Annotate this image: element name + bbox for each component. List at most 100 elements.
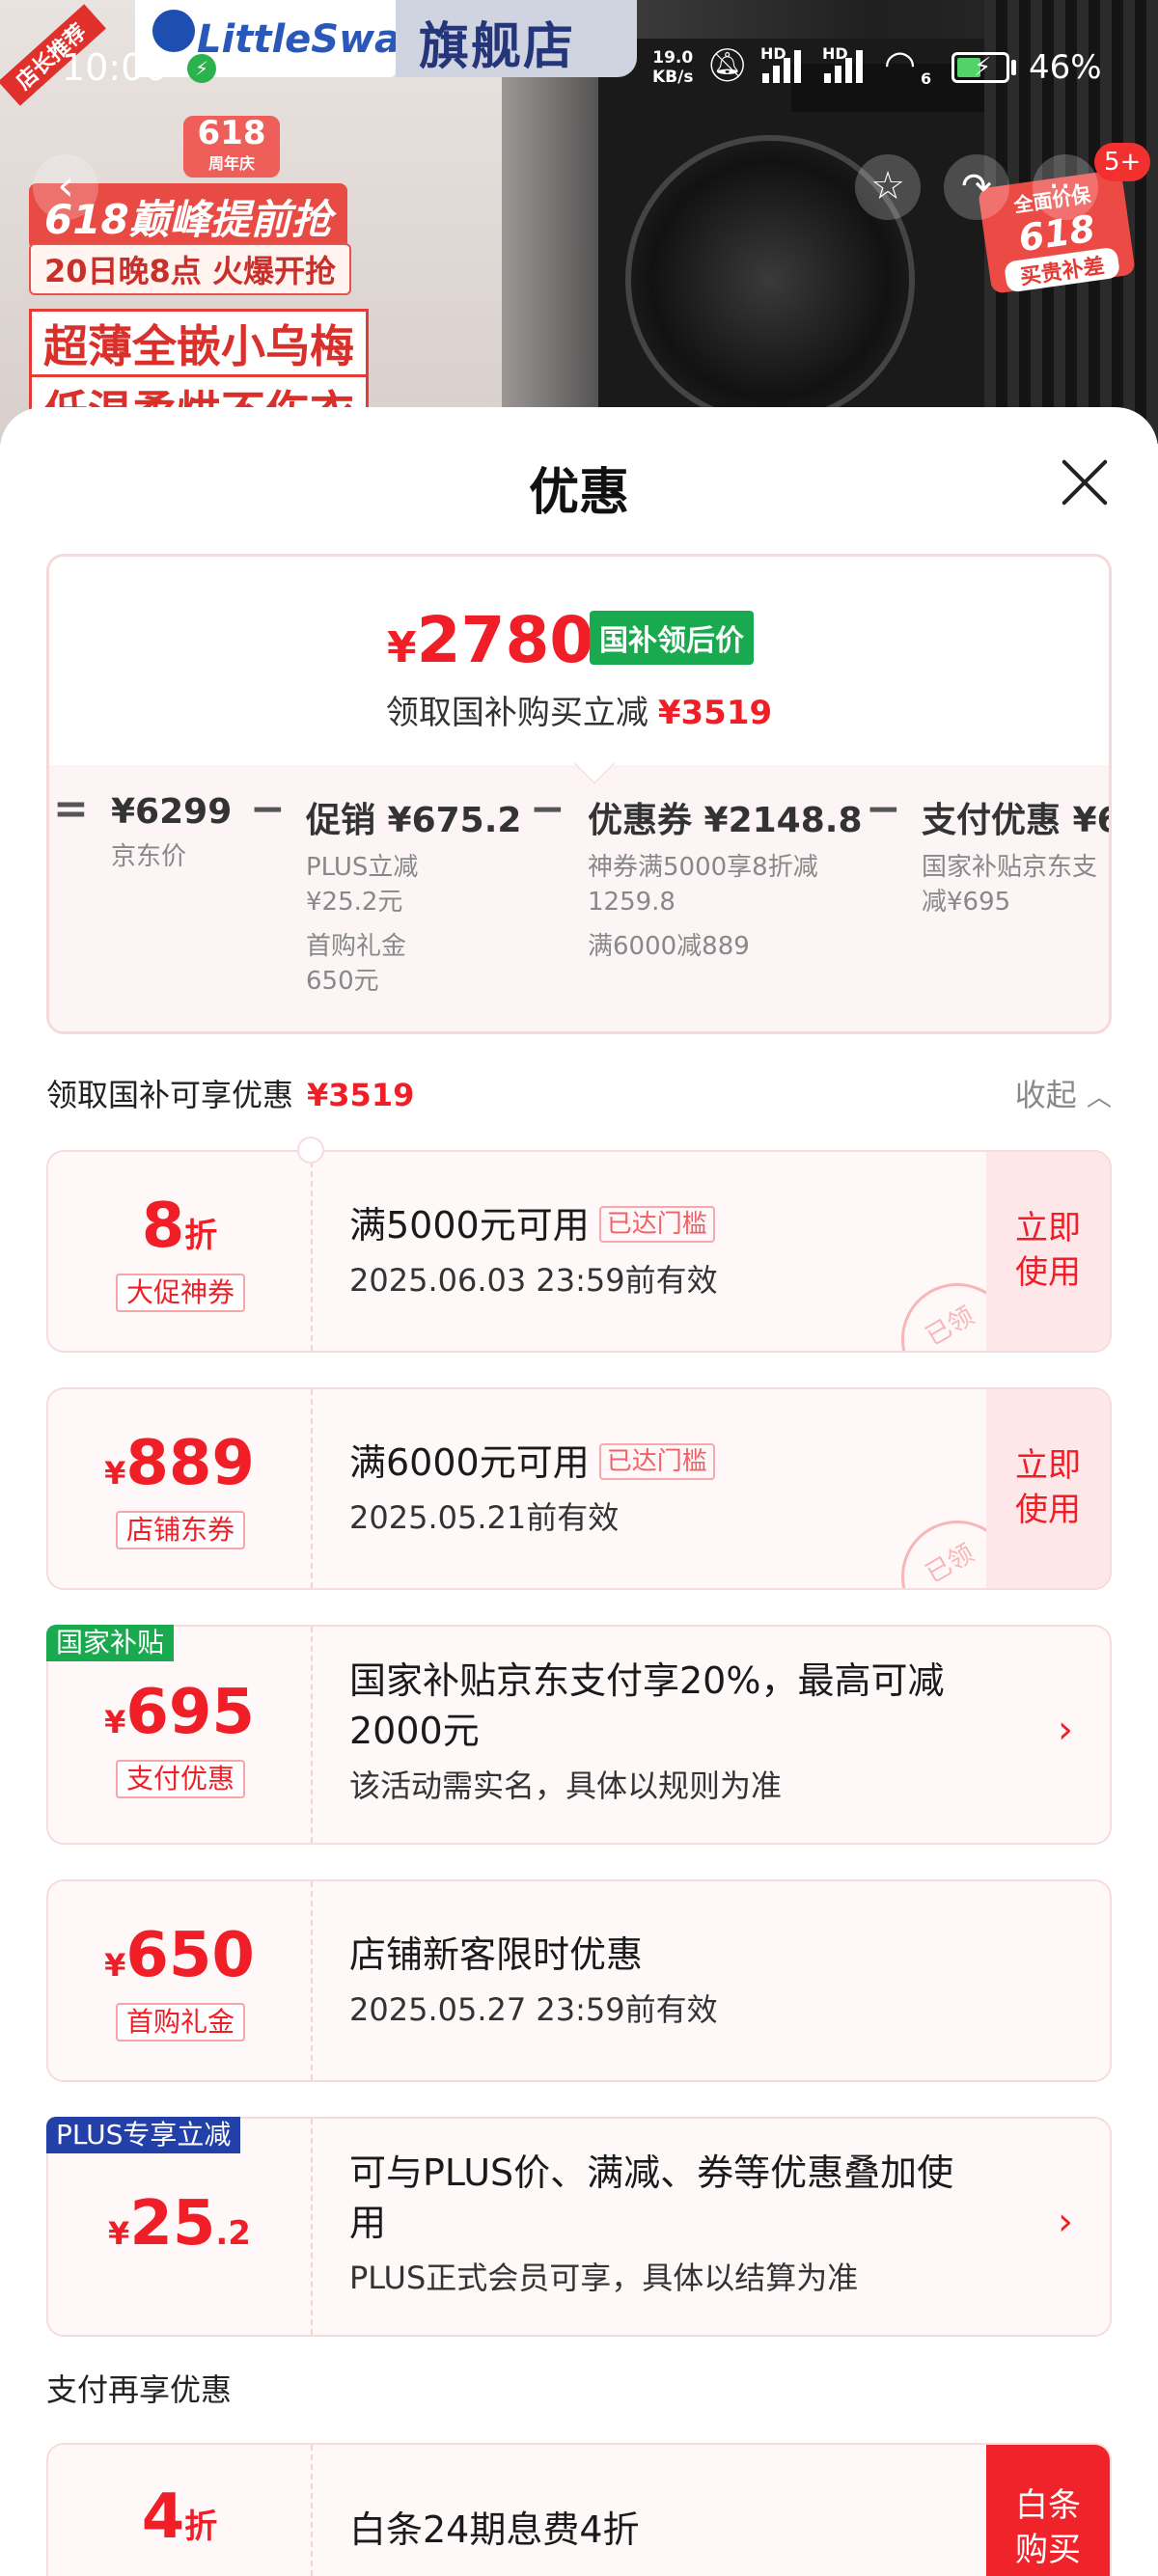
use-now-button[interactable]: 立即 使用 (986, 1389, 1110, 1588)
net-speed: 19.0 KB/s (652, 48, 693, 87)
coupon-amount: ¥25.2 (48, 2188, 311, 2260)
coupon-label: 店铺东券 (116, 1511, 245, 1549)
claim-text: 领取国补购买立减 (385, 694, 648, 732)
coupon-body: 满5000元可用 已达门槛 2025.06.03 23:59前有效 (349, 1200, 975, 1301)
coupon-body: 国家补贴京东支付享20%，最高可减2000元 该活动需实名，具体以规则为准 (349, 1656, 975, 1806)
coupon-amount: 4折 (48, 2481, 311, 2553)
coupon-amount-value: 8 (141, 1191, 185, 1262)
jd-price: ¥6299 (111, 792, 233, 832)
battery-percent: 46% (1029, 48, 1102, 87)
cart-count-badge: 5+ (1094, 143, 1151, 181)
section-national-subsidy: 领取国补可享优惠 ¥3519 收起 ︿ (46, 1071, 1112, 1115)
coupon-title-text: 满5000元可用 (349, 1204, 590, 1247)
coupon-title-text: 满6000元可用 (349, 1441, 590, 1484)
wifi-label: 6 (921, 69, 932, 88)
coupon-amount-symbol: ¥ (108, 2215, 130, 2252)
close-icon[interactable] (1058, 455, 1112, 509)
wifi-icon: ◠ (884, 42, 917, 85)
coupon-value: 8折 大促神券 (48, 1152, 313, 1351)
promo-sub1: PLUS立减 (306, 853, 419, 882)
chevron-right-icon[interactable]: › (1058, 1708, 1073, 1752)
equals-sign: = (53, 784, 89, 834)
promo-sub2: ¥25.2元 (306, 888, 403, 917)
section1-label: 领取国补可享优惠 (46, 1077, 294, 1113)
battery-nub (1011, 60, 1016, 75)
coupon-value: 4折 (48, 2445, 313, 2576)
coupon-subtitle: 2025.05.21前有效 (349, 1499, 620, 1536)
coupon-amount-suffix: 折 (184, 2507, 218, 2546)
coupon-amount-symbol: ¥ (104, 1947, 126, 1984)
coupon-amount-value: 650 (125, 1920, 255, 1991)
back-button[interactable]: ‹ (33, 154, 98, 220)
section1-amount: ¥3519 (307, 1077, 415, 1113)
coupon-amount: ¥650 (48, 1920, 311, 1991)
coupon-amount-suffix: 折 (184, 1217, 218, 1255)
final-price-value: 2780 (416, 603, 594, 677)
coupon-body: 白条24期息费4折 (349, 2505, 975, 2555)
coupon-title: 店铺新客限时优惠 (349, 1933, 644, 1976)
final-price-symbol: ¥ (387, 623, 417, 672)
coupon-label: 支付优惠 (116, 1760, 245, 1798)
jd-price-label: 京东价 (111, 842, 187, 871)
claim-amount: ¥3519 (657, 694, 773, 732)
calc-coupon: 优惠券 ¥2148.8 神券满5000享8折减 1259.8 满6000减889 (588, 792, 863, 964)
minus-sign-3: − (866, 784, 901, 834)
collapse-button[interactable]: 收起 ︿ (1015, 1071, 1112, 1115)
coupon-body: 店铺新客限时优惠 2025.05.27 23:59前有效 (349, 1930, 975, 2030)
chevron-right-icon[interactable]: › (1058, 2200, 1073, 2244)
coupon-total: 优惠券 ¥2148.8 (588, 801, 863, 840)
calc-jd-price: ¥6299 京东价 (111, 792, 232, 874)
net-speed-value: 19.0 (652, 48, 694, 68)
coupon-title: 国家补贴京东支付享20%，最高可减2000元 (349, 1659, 945, 1752)
collapse-label: 收起 (1014, 1077, 1077, 1113)
coupon-card-1[interactable]: 8折 大促神券 满5000元可用 已达门槛 2025.06.03 23:59前有效… (46, 1150, 1112, 1353)
calc-promo: 促销 ¥675.2 PLUS立减 ¥25.2元 首购礼金 650元 (306, 792, 521, 999)
more-icon[interactable]: ⋯ (1033, 154, 1098, 220)
coupon-amount: ¥889 (48, 1428, 311, 1499)
status-bar: 10:00 ⚡ 19.0 KB/s 🔕︎ HD HD ◠ 6 ⚡ 46% (0, 0, 1158, 135)
threshold-badge: 已达门槛 (598, 1206, 715, 1243)
status-time: 10:00 (62, 46, 168, 89)
coupon-card-2[interactable]: ¥889 店铺东券 满6000元可用 已达门槛 2025.05.21前有效 已领 … (46, 1387, 1112, 1590)
baitiao-buy-button[interactable]: 白条 购买 (986, 2445, 1110, 2576)
section-payment: 支付再享优惠 (46, 2366, 1112, 2410)
coupon-title: 可与PLUS价、满减、券等优惠叠加使用 (349, 2151, 954, 2244)
coupon-label: 大促神券 (116, 1274, 245, 1312)
coupon-title: 白条24期息费4折 (349, 2508, 640, 2551)
coupon-subtitle: PLUS正式会员可享，具体以结算为准 (349, 2260, 859, 2296)
plus-tag: PLUS专享立减 (46, 2117, 241, 2153)
calc-pay: 支付优惠 ¥6 国家补贴京东支 减¥695 (922, 792, 1112, 919)
coupon-amount-value: 695 (125, 1677, 255, 1748)
coupon-amount-value: 4 (141, 2481, 185, 2553)
signal-1-icon (762, 48, 811, 83)
final-price-tag: 国补领后价 (590, 611, 754, 665)
coupon-value: ¥889 店铺东券 (48, 1389, 313, 1588)
chevron-up-icon: ︿ (1086, 1083, 1112, 1112)
section2-label: 支付再享优惠 (46, 2371, 233, 2408)
coupon-card-6[interactable]: 4折 白条24期息费4折 白条 购买 (46, 2443, 1112, 2576)
coupon-body: 满6000元可用 已达门槛 2025.05.21前有效 (349, 1438, 975, 1538)
minus-sign-1: − (250, 784, 286, 834)
battery-icon: ⚡ (951, 52, 1009, 83)
coupon-body: 可与PLUS价、满减、券等优惠叠加使用 PLUS正式会员可享，具体以结算为准 (349, 2148, 975, 2298)
promo-time: 20日晚8点 火爆开抢 (29, 243, 351, 295)
coupon-title: 满6000元可用 已达门槛 (349, 1438, 975, 1488)
use-now-button[interactable]: 立即 使用 (986, 1152, 1110, 1351)
pay-sub2: 减¥695 (922, 888, 1011, 917)
promo-total: 促销 ¥675.2 (306, 801, 522, 840)
coupon-amount-value: 889 (125, 1428, 255, 1499)
national-subsidy-tag: 国家补贴 (46, 1625, 175, 1661)
signal-2-icon (824, 48, 872, 83)
favorite-star-icon[interactable]: ☆ (855, 154, 921, 220)
net-speed-unit: KB/s (652, 68, 694, 87)
share-icon[interactable]: ↷ (944, 154, 1009, 220)
price-summary-card: ¥2780 国补领后价 领取国补购买立减 ¥3519 = ¥6299 京东价 − … (46, 554, 1112, 1034)
coupon-card-3[interactable]: ¥695 支付优惠 国家补贴京东支付享20%，最高可减2000元 该活动需实名，… (46, 1625, 1112, 1845)
coupon-card-4[interactable]: ¥650 首购礼金 店铺新客限时优惠 2025.05.27 23:59前有效 (46, 1879, 1112, 2082)
sheet-title: 优惠 (528, 464, 629, 522)
pay-total: 支付优惠 ¥6 (922, 801, 1112, 840)
summary-top: ¥2780 国补领后价 领取国补购买立减 ¥3519 (49, 557, 1109, 767)
coupon-amount-symbol: ¥ (104, 1455, 126, 1492)
anniversary-small: 周年庆 (207, 154, 255, 173)
discount-sheet: 优惠 ¥2780 国补领后价 领取国补购买立减 ¥3519 = ¥6299 京东价… (0, 407, 1158, 2576)
